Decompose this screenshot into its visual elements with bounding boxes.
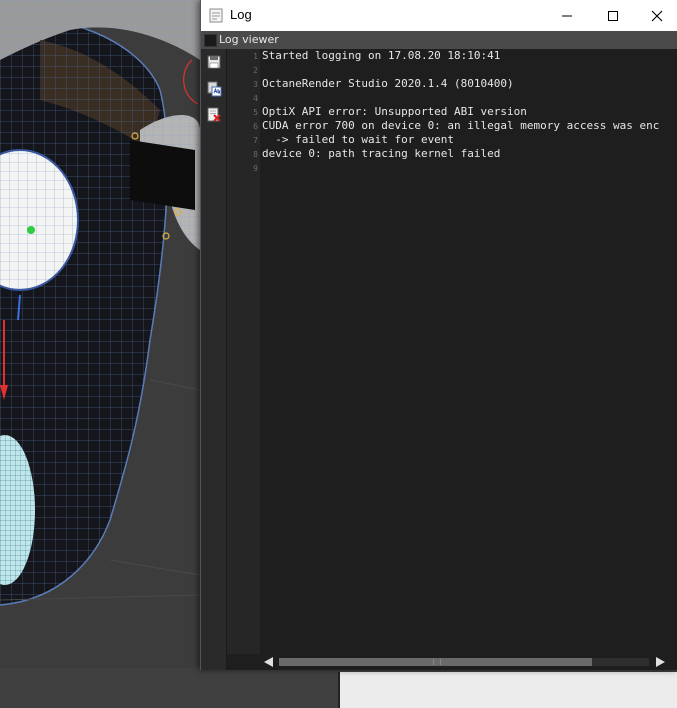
maximize-button[interactable]: [590, 0, 636, 31]
log-toolbar: [201, 49, 227, 670]
log-line: OptiX API error: Unsupported ABI version: [262, 105, 527, 118]
minimize-icon: [562, 15, 572, 16]
bottom-white-panel: [338, 672, 677, 708]
log-text-area[interactable]: Started logging on 17.08.20 18:10:41 Oct…: [260, 49, 677, 654]
log-line: CUDA error 700 on device 0: an illegal m…: [262, 119, 660, 132]
log-window: Log Log viewer 1 2 3 4 5 6 7 8 9 Started…: [200, 0, 677, 670]
line-number: 4: [253, 94, 258, 103]
minimize-button[interactable]: [544, 0, 590, 31]
close-icon: [651, 10, 663, 21]
maximize-icon: [608, 10, 618, 21]
line-number: 9: [253, 164, 258, 173]
horizontal-scrollbar[interactable]: [260, 654, 677, 670]
panel-header: Log viewer: [201, 31, 677, 49]
scroll-grip-icon: [433, 659, 441, 665]
copy-log-button[interactable]: [206, 81, 222, 97]
clear-log-icon: [207, 107, 221, 122]
log-line: Started logging on 17.08.20 18:10:41: [262, 49, 501, 62]
save-icon: [207, 55, 221, 69]
line-number: 6: [253, 122, 258, 131]
scroll-right-arrow-icon[interactable]: [656, 657, 665, 667]
scroll-left-arrow-icon[interactable]: [264, 657, 273, 667]
window-title: Log: [230, 7, 252, 22]
close-button[interactable]: [634, 0, 677, 31]
line-number: 3: [253, 80, 258, 89]
line-number: 7: [253, 136, 258, 145]
log-line: -> failed to wait for event: [262, 133, 455, 146]
copy-text-icon: [207, 81, 222, 97]
save-log-button[interactable]: [206, 54, 222, 70]
log-line: OctaneRender Studio 2020.1.4 (8010400): [262, 77, 514, 90]
scroll-thumb[interactable]: [279, 658, 592, 666]
line-number: 2: [253, 66, 258, 75]
panel-icon: [204, 34, 217, 47]
line-number: 1: [253, 52, 258, 61]
app-icon: [209, 8, 223, 23]
line-number: 8: [253, 150, 258, 159]
panel-title: Log viewer: [219, 33, 279, 46]
log-line: device 0: path tracing kernel failed: [262, 147, 501, 160]
title-bar[interactable]: Log: [201, 0, 677, 31]
clear-log-button[interactable]: [206, 107, 222, 123]
line-number-gutter: 1 2 3 4 5 6 7 8 9: [227, 49, 260, 654]
line-number: 5: [253, 108, 258, 117]
scroll-track[interactable]: [279, 658, 649, 666]
